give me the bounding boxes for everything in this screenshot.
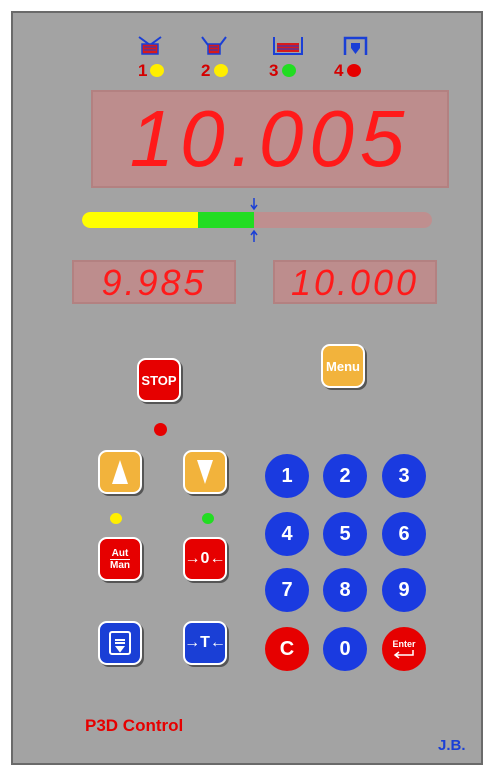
key-6[interactable]: 6 [382, 512, 426, 556]
stop-led [154, 423, 167, 436]
clear-key[interactable]: C [265, 627, 309, 671]
control-panel: 1 2 3 4 10.005 9.985 10.000 STOP Menu Au… [11, 11, 483, 765]
enter-key[interactable]: Enter [382, 627, 426, 671]
discharge-icon [109, 631, 131, 655]
basket-open-icon [199, 35, 229, 57]
progress-coarse-segment [82, 212, 198, 228]
arrow-up-icon [112, 460, 128, 484]
main-weight-display: 10.005 [91, 90, 449, 188]
bin-full-icon [271, 35, 303, 57]
target-marker-icon [249, 198, 259, 242]
author-initials: J.B. [438, 737, 466, 754]
current-value-display: 9.985 [72, 260, 236, 304]
stop-button[interactable]: STOP [137, 358, 181, 402]
key-9[interactable]: 9 [382, 568, 426, 612]
auto-label: Aut [109, 547, 131, 560]
discharge-button[interactable] [98, 621, 142, 665]
up-button[interactable] [98, 450, 142, 494]
stage-led-3 [282, 64, 296, 77]
key-4[interactable]: 4 [265, 512, 309, 556]
stage-number-2: 2 [201, 61, 211, 80]
stage-number-4: 4 [334, 61, 344, 80]
arrow-down-icon [197, 460, 213, 484]
enter-arrow-icon [393, 650, 414, 659]
up-led [110, 513, 122, 524]
stage-number-1: 1 [138, 61, 148, 80]
manual-label: Man [110, 559, 130, 571]
down-led [202, 513, 214, 524]
key-0[interactable]: 0 [323, 627, 367, 671]
stage-led-1 [150, 64, 164, 77]
zero-button[interactable]: →0← [183, 537, 227, 581]
enter-label: Enter [392, 639, 416, 649]
key-1[interactable]: 1 [265, 454, 309, 498]
target-value-display: 10.000 [273, 260, 437, 304]
menu-button[interactable]: Menu [321, 344, 365, 388]
auto-manual-button[interactable]: Aut Man [98, 537, 142, 581]
stage-led-4 [347, 64, 361, 77]
stage-number-3: 3 [269, 61, 279, 80]
key-8[interactable]: 8 [323, 568, 367, 612]
stage-led-2 [214, 64, 228, 77]
key-3[interactable]: 3 [382, 454, 426, 498]
brand-label: P3D Control [85, 716, 184, 735]
key-2[interactable]: 2 [323, 454, 367, 498]
down-button[interactable] [183, 450, 227, 494]
basket-fill-icon [135, 35, 165, 57]
tare-button[interactable]: →T← [183, 621, 227, 665]
key-5[interactable]: 5 [323, 512, 367, 556]
discharge-icon [341, 35, 371, 57]
progress-fine-segment [197, 212, 254, 228]
key-7[interactable]: 7 [265, 568, 309, 612]
